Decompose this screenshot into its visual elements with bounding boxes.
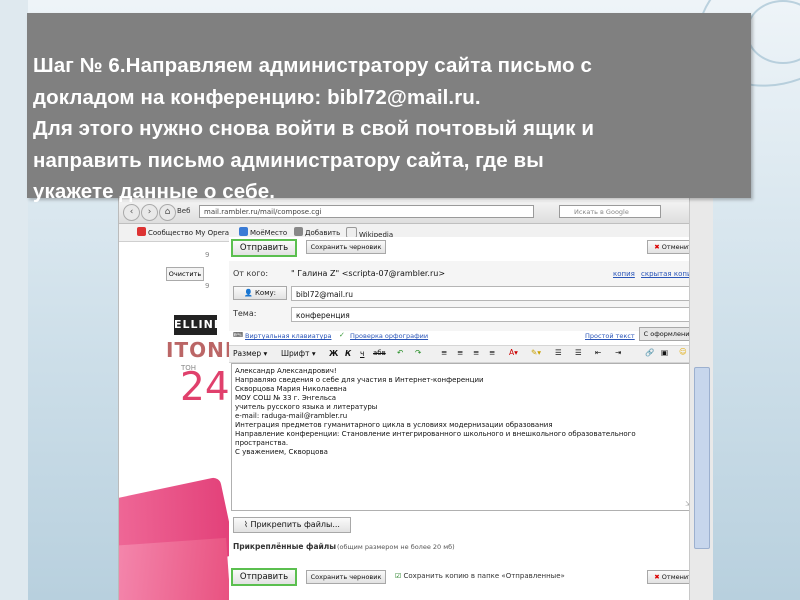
- ad-brand-logo: ELLINE: [174, 315, 217, 335]
- body-line: Направляю сведения о себе для участия в …: [235, 376, 484, 384]
- ad-counter: 9: [205, 251, 210, 259]
- outdent-icon[interactable]: ⇤: [595, 348, 601, 357]
- from-value: " Галина Z" <scripta-07@rambler.ru>: [291, 269, 446, 278]
- caption-line: направить письмо администратору сайта, г…: [33, 148, 544, 172]
- step-caption-banner: Шаг № 6.Направляем администратору сайта …: [27, 13, 751, 203]
- ad-lipstick-image: [119, 537, 232, 600]
- attached-files-note: (общим размером не более 20 мб): [337, 543, 455, 551]
- cc-link[interactable]: копия: [613, 270, 635, 278]
- contacts-icon: 👤: [244, 289, 255, 297]
- italic-button[interactable]: К: [345, 349, 351, 358]
- page-scrollbar[interactable]: [689, 197, 713, 600]
- advertisement: 9 Очистить 9 ELLINE ITONE ТОН 24ч: [119, 242, 253, 600]
- save-copy-checkbox[interactable]: ☑ Сохранить копию в папке «Отправленные»: [395, 572, 565, 580]
- numbered-list-icon[interactable]: ☰: [555, 348, 562, 357]
- align-center-icon[interactable]: ≡: [457, 348, 463, 357]
- body-line: Александр Александрович!: [235, 367, 337, 375]
- web-label: Веб: [177, 207, 191, 215]
- underline-button[interactable]: ч: [360, 349, 364, 358]
- align-right-icon[interactable]: ≡: [473, 348, 479, 357]
- body-line: МОУ СОШ № 33 г. Энгельса: [235, 394, 337, 402]
- compose-form: Отправить Сохранить черновик ✖ Отменить …: [229, 237, 705, 600]
- bullet-list-icon[interactable]: ☰: [575, 348, 582, 357]
- body-line: пространства.: [235, 439, 289, 447]
- spellcheck-link[interactable]: Проверка орфографии: [350, 332, 428, 340]
- ad-counter: 9: [205, 282, 210, 290]
- send-button-top[interactable]: Отправить: [231, 239, 297, 257]
- save-draft-button-bottom[interactable]: Сохранить черновик: [306, 570, 386, 584]
- bookmark-my-opera[interactable]: Сообщество My Opera: [137, 227, 229, 238]
- step-caption: Шаг № 6.Направляем администратору сайта …: [33, 50, 747, 208]
- attached-files-label: Прикреплённые файлы: [233, 542, 337, 551]
- caption-line: докладом на конференцию: bibl72@mail.ru.: [33, 85, 481, 109]
- slide-left-band: [0, 0, 28, 600]
- bcc-link[interactable]: скрытая копия: [641, 270, 696, 278]
- subject-field[interactable]: конференция: [291, 307, 701, 322]
- add-icon: [294, 227, 303, 236]
- text-color-icon[interactable]: A▾: [509, 348, 518, 357]
- plain-text-tab[interactable]: Простой текст: [585, 332, 635, 340]
- chevron-down-icon: ▾: [263, 349, 268, 358]
- bookmark-icon: [239, 227, 248, 236]
- opera-icon: [137, 227, 146, 236]
- caption-line: укажете данные о себе.: [33, 180, 276, 203]
- to-button[interactable]: 👤 Кому:: [233, 286, 287, 300]
- undo-icon[interactable]: ↶: [397, 348, 403, 357]
- caption-line: Шаг № 6.Направляем администратору сайта …: [33, 54, 592, 77]
- redo-icon[interactable]: ↷: [415, 348, 421, 357]
- ad-product-name: ITONE: [166, 338, 240, 362]
- indent-icon[interactable]: ⇥: [615, 348, 621, 357]
- image-icon[interactable]: ▣: [661, 348, 668, 357]
- checkbox-checked-icon: ☑: [395, 572, 404, 580]
- font-dropdown[interactable]: Шрифт ▾: [281, 349, 316, 358]
- body-line: учитель русского языка и литературы: [235, 403, 378, 411]
- close-icon: ✖: [654, 243, 662, 251]
- body-line: С уважением, Скворцова: [235, 448, 328, 456]
- body-line: Интеграция предметов гуманитарного цикла…: [235, 421, 553, 429]
- body-line: Направление конференции: Становление инт…: [235, 430, 636, 438]
- size-dropdown[interactable]: Размер ▾: [233, 349, 267, 358]
- keyboard-icon[interactable]: ⌨: [233, 331, 243, 339]
- from-label: От кого:: [233, 269, 269, 278]
- to-field[interactable]: bibl72@mail.ru: [291, 286, 701, 301]
- align-left-icon[interactable]: ≡: [441, 348, 447, 357]
- send-button-bottom[interactable]: Отправить: [231, 568, 297, 586]
- link-icon[interactable]: 🔗: [645, 348, 654, 357]
- body-line: Скворцова Мария Николаевна: [235, 385, 347, 393]
- spellcheck-icon[interactable]: ✓: [339, 331, 345, 339]
- chevron-down-icon: ▾: [311, 349, 316, 358]
- format-toolbar: Размер ▾ Шрифт ▾ Ж К ч абв ↶ ↷ ≡ ≡ ≡ ≡ A…: [229, 345, 705, 363]
- subject-label: Тема:: [233, 309, 257, 318]
- attach-files-button[interactable]: ⌇ Прикрепить файлы...: [233, 517, 351, 533]
- justify-icon[interactable]: ≡: [489, 348, 495, 357]
- virtual-keyboard-link[interactable]: Виртуальная клавиатура: [245, 332, 331, 340]
- clear-button[interactable]: Очистить: [166, 267, 204, 281]
- smiley-icon[interactable]: ☺: [679, 347, 687, 356]
- message-body[interactable]: Александр Александрович! Направляю сведе…: [231, 363, 695, 511]
- caption-line: Для этого нужно снова войти в свой почто…: [33, 117, 595, 140]
- highlight-icon[interactable]: ✎▾: [531, 348, 541, 357]
- save-draft-button-top[interactable]: Сохранить черновик: [306, 240, 386, 254]
- close-icon: ✖: [654, 573, 662, 581]
- mail-screenshot: ‹ › ⌂ Веб mail.rambler.ru/mail/compose.c…: [118, 197, 713, 600]
- body-line: e-mail: raduga-mail@rambler.ru: [235, 412, 348, 420]
- bold-button[interactable]: Ж: [329, 349, 338, 358]
- scrollbar-thumb[interactable]: [694, 367, 710, 549]
- strike-button[interactable]: абв: [373, 349, 386, 357]
